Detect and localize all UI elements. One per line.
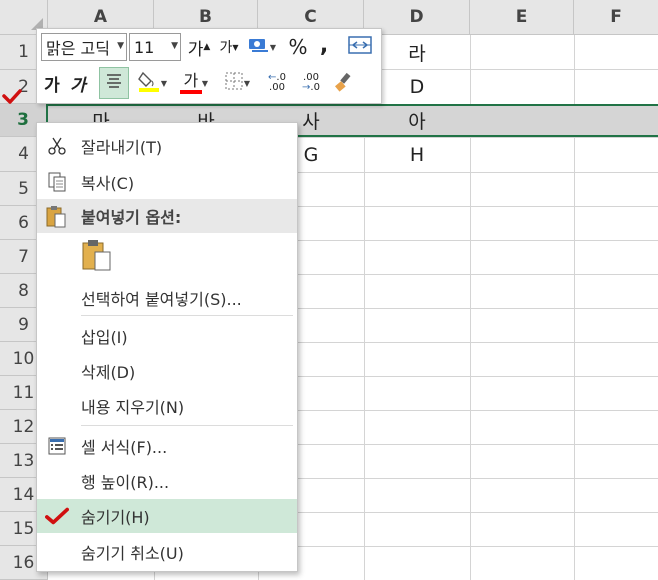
menu-label-paste-special: 선택하여 붙여넣기(S)... [81,290,242,309]
menu-label-clear-contents: 내용 지우기(N) [81,398,185,417]
menu-item-paste-special[interactable]: 선택하여 붙여넣기(S)... [37,281,297,315]
font-size-value: 11 [134,37,155,57]
format-painter-icon [333,70,355,97]
cell-d3[interactable]: 아 [364,104,470,137]
decrease-decimal-button[interactable]: .00 → .0 [295,67,327,99]
bold-button[interactable]: 가 [41,69,63,97]
grow-font-label: 가 [187,39,204,60]
menu-item-row-height[interactable]: 행 높이(R)... [37,464,297,498]
borders-icon [224,71,244,96]
red-checkmark-icon [45,504,69,528]
row-checkmark-icon [2,88,22,110]
menu-item-hide[interactable]: 숨기기(H) [37,499,297,533]
grow-font-button[interactable]: 가 ▲ [185,33,213,61]
menu-label-delete: 삭제(D) [81,363,136,382]
context-menu: 잘라내기(T) 복사(C) 붙여넣기 옵션: 선택하여 붙여넣기(S)... 삽… [36,122,298,572]
clipboard-icon [45,204,67,232]
menu-label-cut: 잘라내기(T) [81,138,163,157]
borders-button[interactable]: ▼ [219,69,255,97]
paint-bucket-icon [137,69,161,98]
column-header-e[interactable]: E [470,0,574,35]
font-color-button[interactable]: 가 ▼ [175,69,213,97]
menu-item-clear-contents[interactable]: 내용 지우기(N) [37,389,297,423]
italic-button[interactable]: 가 [67,69,89,97]
paste-button[interactable] [79,239,115,275]
shrink-font-label: 가 [219,40,233,56]
menu-label-unhide: 숨기기 취소(U) [81,544,184,563]
copy-icon [45,170,69,194]
percent-style-button[interactable]: % [285,33,311,61]
menu-item-format-cells[interactable]: 셀 서식(F)... [37,429,297,463]
align-center-icon [105,72,123,95]
accounting-format-button[interactable]: ▼ [245,33,279,61]
paste-options-header: 붙여넣기 옵션: [37,199,297,233]
shrink-font-button[interactable]: 가 ▼ [215,33,243,61]
menu-item-copy[interactable]: 복사(C) [37,165,297,199]
menu-label-copy: 복사(C) [81,174,135,193]
paste-clipboard-icon [81,238,113,276]
chevron-down-icon: ▼ [117,41,124,51]
column-header-f[interactable]: F [574,0,658,35]
menu-item-unhide[interactable]: 숨기기 취소(U) [37,535,297,569]
currency-icon [248,36,270,59]
menu-label-insert: 삽입(I) [81,328,128,347]
merge-center-button[interactable] [345,33,375,61]
font-color-swatch [179,89,202,94]
scissors-icon [45,134,69,158]
merge-center-icon [348,35,372,60]
menu-item-insert[interactable]: 삽입(I) [37,319,297,353]
menu-label-hide: 숨기기(H) [81,508,150,527]
increase-decimal-bottom: .00 [269,82,285,93]
font-size-combo[interactable]: 11 ▼ [129,33,181,61]
fill-color-button[interactable]: ▼ [133,69,171,97]
format-painter-button[interactable] [329,69,359,97]
center-align-button[interactable] [99,67,129,99]
menu-label-format-cells: 셀 서식(F)... [81,438,168,457]
font-name-value: 맑은 고딕 [46,39,110,58]
mini-toolbar: 맑은 고딕 ▼ 11 ▼ 가 ▲ 가 ▼ ▼ % , 가 가 ▼ 가 ▼ ▼ ←… [36,28,382,104]
increase-decimal-button[interactable]: ← .0 .00 [261,67,293,99]
cell-d4[interactable]: H [364,137,470,172]
menu-item-delete[interactable]: 삭제(D) [37,354,297,388]
font-color-letter: 가 [183,70,199,90]
paste-options-label: 붙여넣기 옵션: [81,208,182,227]
menu-item-cut[interactable]: 잘라내기(T) [37,129,297,163]
menu-label-row-height: 행 높이(R)... [81,473,170,492]
font-name-combo[interactable]: 맑은 고딕 ▼ [41,33,127,61]
comma-style-button[interactable]: , [313,31,335,59]
decrease-decimal-bottom: .0 [310,82,320,93]
format-cells-icon [45,434,69,458]
chevron-down-icon: ▼ [171,41,178,51]
